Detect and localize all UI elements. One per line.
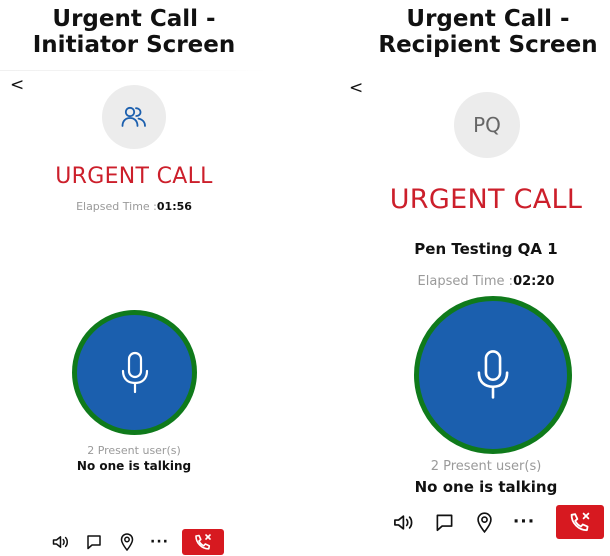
recipient-heading-line2: Recipient Screen	[378, 32, 598, 58]
avatar-initials: PQ	[473, 113, 501, 137]
urgent-call-title: URGENT CALL	[389, 184, 583, 215]
chat-button[interactable]	[77, 529, 110, 555]
chat-button[interactable]	[424, 505, 464, 539]
microphone-icon	[121, 351, 148, 393]
comparison-page: Urgent Call - Initiator Screen < URGENT …	[0, 0, 610, 556]
header-divider	[0, 70, 268, 71]
call-toolbar: ···	[44, 529, 224, 555]
speaker-button[interactable]	[44, 529, 77, 555]
elapsed-time-value: 02:20	[513, 274, 555, 289]
back-button[interactable]: <	[349, 80, 363, 97]
recipient-heading: Urgent Call - Recipient Screen	[352, 6, 610, 58]
end-call-icon	[570, 512, 590, 532]
microphone-icon	[477, 350, 509, 399]
urgent-call-title: URGENT CALL	[55, 164, 213, 189]
initiator-screen: Urgent Call - Initiator Screen < URGENT …	[0, 0, 268, 556]
speaker-icon	[394, 514, 413, 530]
location-button[interactable]	[464, 505, 504, 539]
more-icon: ···	[150, 534, 169, 550]
recipient-heading-line1: Urgent Call -	[406, 6, 570, 32]
location-icon	[120, 533, 133, 551]
speaker-button[interactable]	[384, 505, 424, 539]
end-call-button[interactable]	[182, 529, 224, 555]
back-chevron-icon: <	[349, 78, 364, 98]
initiator-heading: Urgent Call - Initiator Screen	[0, 6, 268, 58]
push-to-talk-button[interactable]	[414, 296, 572, 454]
present-users-count: 2 Present user(s)	[430, 459, 542, 474]
initiator-heading-line2: Initiator Screen	[32, 32, 236, 58]
recipient-screen: Urgent Call - Recipient Screen < PQ URGE…	[342, 0, 610, 556]
end-call-button[interactable]	[556, 505, 604, 539]
back-button[interactable]: <	[10, 77, 24, 94]
call-toolbar: ···	[384, 505, 604, 539]
present-users-count: 2 Present user(s)	[87, 444, 181, 457]
more-button[interactable]: ···	[504, 505, 544, 539]
location-icon	[476, 511, 492, 533]
group-users-icon	[121, 106, 146, 127]
initiator-heading-line1: Urgent Call -	[52, 6, 216, 32]
more-icon: ···	[512, 512, 536, 532]
elapsed-time-value: 01:56	[156, 200, 192, 213]
location-button[interactable]	[110, 529, 143, 555]
talking-status: No one is talking	[414, 478, 558, 496]
end-call-icon	[195, 534, 211, 550]
elapsed-time-label: Elapsed Time :	[76, 200, 157, 213]
elapsed-time: Elapsed Time :02:20	[350, 274, 610, 289]
caller-avatar: PQ	[454, 92, 520, 158]
push-to-talk-button[interactable]	[72, 310, 197, 435]
elapsed-time: Elapsed Time :01:56	[0, 200, 268, 213]
talking-status: No one is talking	[76, 459, 192, 473]
speaker-icon	[52, 536, 68, 548]
group-avatar	[102, 85, 166, 149]
more-button[interactable]: ···	[143, 529, 176, 555]
back-chevron-icon: <	[10, 75, 25, 95]
elapsed-time-label: Elapsed Time :	[417, 274, 514, 289]
chat-icon	[86, 535, 101, 550]
chat-icon	[436, 514, 452, 531]
caller-name: Pen Testing QA 1	[414, 240, 558, 258]
